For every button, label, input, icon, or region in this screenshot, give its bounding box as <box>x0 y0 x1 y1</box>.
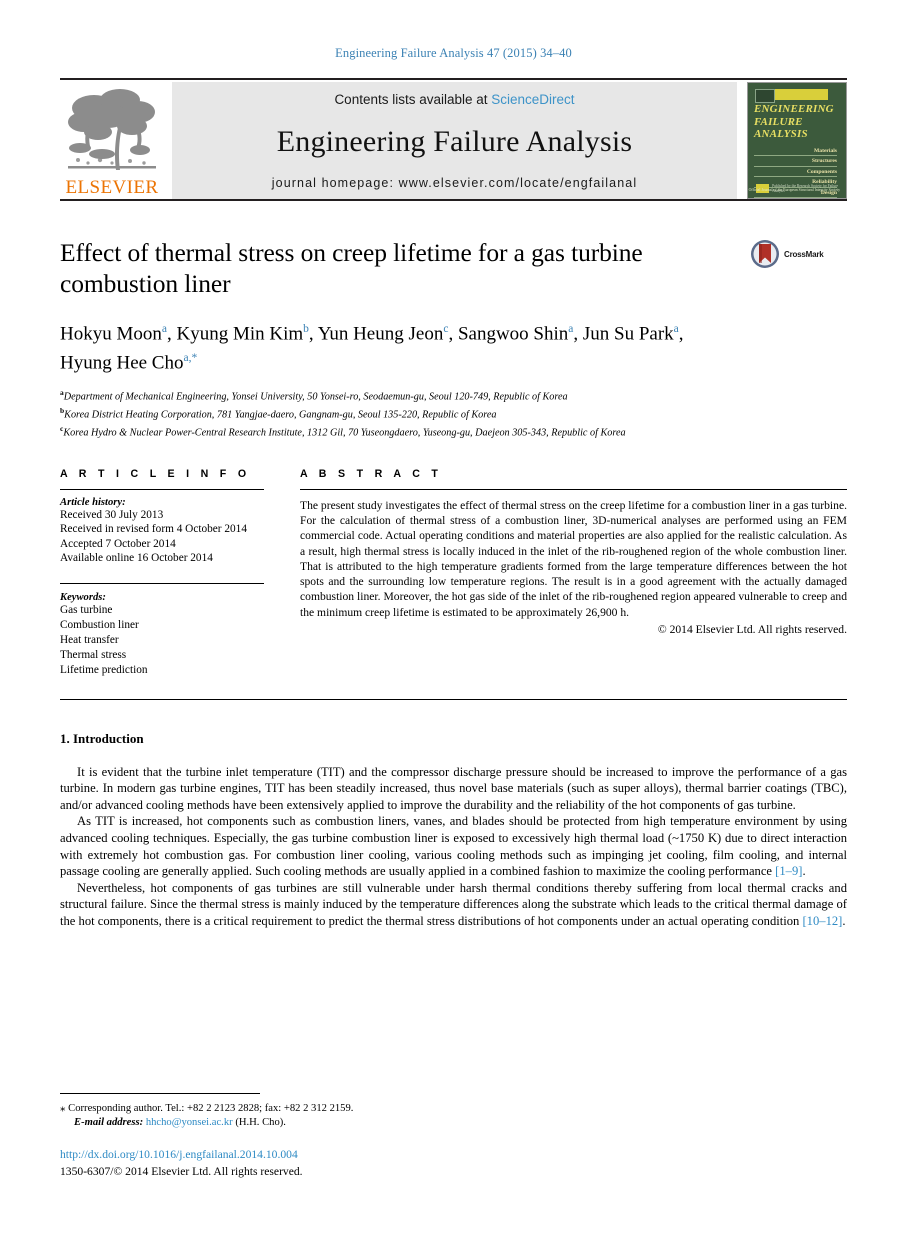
intro-paragraph-1: It is evident that the turbine inlet tem… <box>60 764 847 812</box>
crossmark-label: CrossMark <box>784 249 824 259</box>
affiliation-text: Korea District Heating Corporation, 781 … <box>64 409 497 421</box>
crossmark-icon <box>751 240 779 268</box>
email-link[interactable]: hhcho@yonsei.ac.kr <box>146 1117 233 1128</box>
history-item: Accepted 7 October 2014 <box>60 537 176 550</box>
body-separator-rule <box>60 698 847 700</box>
author-sep: , <box>308 323 318 345</box>
info-abstract-region: A R T I C L E I N F O Article history: R… <box>60 468 847 678</box>
cover-society-text: Official Journal of the European Structu… <box>748 188 840 193</box>
history-item: Available online 16 October 2014 <box>60 552 213 565</box>
keyword-item[interactable]: Combustion liner <box>60 618 264 633</box>
keywords-label: Keywords: <box>60 591 106 603</box>
corresponding-author-text: Corresponding author. Tel.: +82 2 2123 2… <box>68 1102 354 1114</box>
abstract-copyright: © 2014 Elsevier Ltd. All rights reserved… <box>657 622 847 636</box>
author-name: Kyung Min Kim <box>176 323 304 345</box>
doi-link[interactable]: http://dx.doi.org/10.1016/j.engfailanal.… <box>60 1147 620 1162</box>
intro-par2-text-a: As TIT is increased, hot components such… <box>60 814 847 879</box>
journal-title: Engineering Failure Analysis <box>276 124 633 158</box>
abstract-heading: A B S T R A C T <box>300 467 443 480</box>
author-affiliation-marker[interactable]: a,* <box>183 352 197 364</box>
affiliation-list: aDepartment of Mechanical Engineering, Y… <box>60 386 847 440</box>
paper-page: Engineering Failure Analysis 47 (2015) 3… <box>0 0 907 1238</box>
introduction-heading: 1. Introduction <box>60 730 144 746</box>
cover-title-line-1: ENGINEERING <box>754 103 834 115</box>
author-sep: , <box>448 323 458 345</box>
cover-subject: Structures <box>754 158 837 167</box>
author-name: Sangwoo Shin <box>457 323 569 345</box>
history-item: Received in revised form 4 October 2014 <box>60 523 247 536</box>
keyword-item[interactable]: Gas turbine <box>60 603 264 618</box>
affiliation-item: cKorea Hydro & Nuclear Power-Central Res… <box>60 422 847 440</box>
affiliation-item: aDepartment of Mechanical Engineering, Y… <box>60 386 847 404</box>
title-left: Effect of thermal stress on creep lifeti… <box>60 237 750 299</box>
keyword-item[interactable]: Lifetime prediction <box>60 663 264 678</box>
journal-homepage-line[interactable]: journal homepage: www.elsevier.com/locat… <box>272 176 637 190</box>
cover-title-line-2: FAILURE <box>754 115 803 128</box>
footnote-rule <box>60 1092 260 1094</box>
author-sep: , <box>573 323 583 345</box>
article-history-block: Article history: Received 30 July 2013 R… <box>60 497 264 566</box>
keywords-block: Keywords: Gas turbine Combustion liner H… <box>60 582 264 678</box>
author-list: Hokyu Moona, Kyung Min Kimb, Yun Heung J… <box>60 317 847 376</box>
author-name: Hyung Hee Cho <box>60 352 184 374</box>
author-name: Jun Su Park <box>582 323 674 345</box>
cover-title-line-3: ANALYSIS <box>754 128 808 140</box>
doi-block: http://dx.doi.org/10.1016/j.engfailanal.… <box>60 1147 620 1180</box>
asterisk-icon: ⁎ <box>60 1101 66 1114</box>
article-info-column: A R T I C L E I N F O Article history: R… <box>60 468 300 678</box>
contents-available-line: Contents lists available at ScienceDirec… <box>334 92 574 107</box>
email-note: E-mail address: hhcho@yonsei.ac.kr (H.H.… <box>60 1116 620 1131</box>
footnote-area: ⁎ Corresponding author. Tel.: +82 2 2123… <box>60 1092 620 1180</box>
journal-masthead: ELSEVIER Contents lists available at Sci… <box>60 82 847 199</box>
citation-link-10-12[interactable]: [10–12] <box>802 914 842 928</box>
sciencedirect-link[interactable]: ScienceDirect <box>491 92 574 107</box>
keyword-item[interactable]: Thermal stress <box>60 648 264 663</box>
intro-par2-text-b: . <box>802 864 806 879</box>
affiliation-item: bKorea District Heating Corporation, 781… <box>60 404 847 422</box>
masthead-top-rule <box>60 78 847 80</box>
contents-prefix-text: Contents lists available at <box>334 92 492 107</box>
title-block: Effect of thermal stress on creep lifeti… <box>60 237 847 299</box>
abstract-rule <box>300 488 847 490</box>
intro-paragraph-3: Nevertheless, hot components of gas turb… <box>60 880 847 930</box>
email-label: E-mail address: <box>74 1117 144 1129</box>
issn-copyright-line: 1350-6307/© 2014 Elsevier Ltd. All right… <box>60 1165 303 1178</box>
intro-par3-text-a: Nevertheless, hot components of gas turb… <box>60 880 847 928</box>
intro-paragraph-2: As TIT is increased, hot components such… <box>60 813 847 879</box>
crossmark-badge[interactable]: CrossMark <box>750 239 824 269</box>
author-name: Hokyu Moon <box>60 323 162 345</box>
affiliation-text: Department of Mechanical Engineering, Yo… <box>63 391 568 403</box>
running-head: Engineering Failure Analysis 47 (2015) 3… <box>335 46 572 60</box>
masthead-bottom-rule <box>60 199 847 201</box>
article-info-rule <box>60 488 264 490</box>
corresponding-author-note: ⁎ Corresponding author. Tel.: +82 2 2123… <box>60 1101 620 1117</box>
journal-cover-thumbnail[interactable]: ENGINEERING FAILURE ANALYSIS Materials S… <box>747 82 847 199</box>
affiliation-text: Korea Hydro & Nuclear Power-Central Rese… <box>63 427 626 439</box>
cover-subject: Components <box>754 169 837 177</box>
article-history-label: Article history: <box>60 496 126 508</box>
elsevier-logo: ELSEVIER <box>60 82 164 199</box>
citation-link-1-9[interactable]: [1–9] <box>775 864 802 878</box>
abstract-column: A B S T R A C T The present study invest… <box>300 468 847 678</box>
author-sep: , <box>678 323 684 345</box>
cover-title: ENGINEERING FAILURE ANALYSIS <box>754 103 840 141</box>
elsevier-tree-icon <box>64 86 160 178</box>
keyword-item[interactable]: Heat transfer <box>60 633 264 648</box>
article-info-heading: A R T I C L E I N F O <box>60 467 251 480</box>
abstract-text: The present study investigates the effec… <box>300 498 847 619</box>
page-title: Effect of thermal stress on creep lifeti… <box>60 238 643 298</box>
cover-top-bar <box>774 89 828 100</box>
cover-elsevier-mark <box>755 89 775 103</box>
intro-par3-text-b: . <box>842 913 846 928</box>
email-owner: (H.H. Cho). <box>235 1117 286 1129</box>
author-name: Yun Heung Jeon <box>317 323 444 345</box>
cover-subject: Materials <box>754 148 837 156</box>
masthead-center: Contents lists available at ScienceDirec… <box>172 82 737 199</box>
elsevier-wordmark: ELSEVIER <box>65 177 159 198</box>
history-item: Received 30 July 2013 <box>60 508 164 521</box>
